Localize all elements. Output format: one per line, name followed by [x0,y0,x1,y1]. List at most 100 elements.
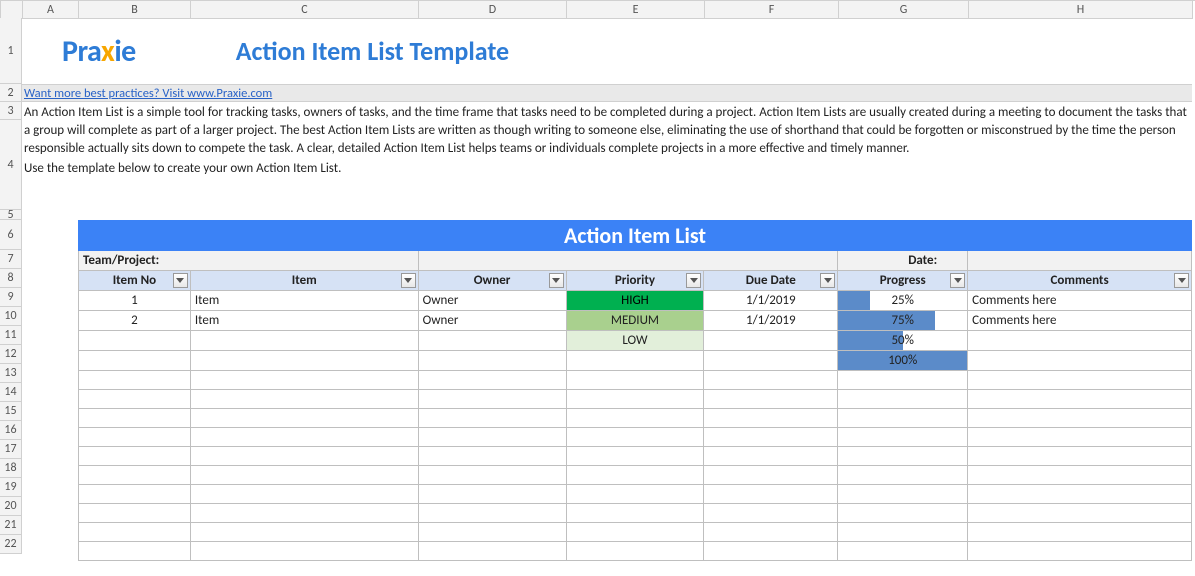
header-comments[interactable]: Comments [968,271,1192,291]
cell-priority[interactable]: LOW [566,331,704,351]
cell-progress[interactable]: 25% [838,291,968,311]
cell-due-date[interactable] [704,331,838,351]
row-header[interactable]: 17 [0,440,22,459]
cell-due-date[interactable]: 1/1/2019 [704,291,838,311]
col-header[interactable]: C [191,1,419,19]
row-header[interactable]: 11 [0,326,22,345]
row-header[interactable]: 20 [0,497,22,516]
row-header[interactable]: 1 [0,18,22,84]
best-practices-link[interactable]: Want more best practices? Visit www.Prax… [22,86,272,101]
cell-item-no[interactable] [79,331,191,351]
col-header[interactable]: B [79,1,191,19]
cell-owner[interactable]: Owner [418,311,566,331]
team-project-label[interactable]: Team/Project: [79,251,419,271]
cell-due-date[interactable]: 1/1/2019 [704,311,838,331]
filter-dropdown-icon[interactable] [820,273,835,288]
description-instruction: Use the template below to create your ow… [24,160,1188,178]
team-project-value[interactable] [418,251,838,271]
row-header[interactable]: 16 [0,421,22,440]
cell-progress[interactable]: 100% [838,351,968,371]
row-header[interactable]: 3 [0,102,22,120]
action-item-table[interactable]: Action Item List Team/Project: Date: Ite… [78,220,1192,561]
filter-dropdown-icon[interactable] [173,273,188,288]
table-row[interactable] [79,390,1192,409]
cell-due-date[interactable] [704,351,838,371]
row-header[interactable]: 4 [0,120,22,210]
cell-owner[interactable] [418,351,566,371]
col-header[interactable]: F [705,1,839,19]
filter-dropdown-icon[interactable] [549,273,564,288]
cell-item[interactable]: Item [190,311,418,331]
cell-owner[interactable] [418,331,566,351]
row-header[interactable]: 18 [0,459,22,478]
row-header[interactable]: 9 [0,288,22,307]
table-row[interactable] [79,409,1192,428]
cell-priority[interactable] [566,351,704,371]
col-header[interactable]: A [23,1,79,19]
header-item-no[interactable]: Item No [79,271,191,291]
cell-comments[interactable]: Comments here [968,291,1192,311]
row-header[interactable]: 15 [0,402,22,421]
row-header[interactable]: 2 [0,84,22,102]
cell-comments[interactable] [968,351,1192,371]
col-header[interactable]: G [839,1,969,19]
description-text: An Action Item List is a simple tool for… [24,104,1188,158]
cell-comments[interactable] [968,331,1192,351]
filter-dropdown-icon[interactable] [686,273,701,288]
table-row[interactable] [79,466,1192,485]
row-header[interactable]: 14 [0,383,22,402]
row-header[interactable]: 19 [0,478,22,497]
table-row[interactable] [79,485,1192,504]
date-value[interactable] [968,251,1192,271]
filter-dropdown-icon[interactable] [1174,273,1189,288]
header-row: Praxie Action Item List Template [22,18,1192,84]
col-header[interactable]: H [969,1,1193,19]
filter-dropdown-icon[interactable] [401,273,416,288]
cell-item-no[interactable] [79,351,191,371]
cell-item[interactable] [190,351,418,371]
cell-comments[interactable]: Comments here [968,311,1192,331]
table-row[interactable] [79,504,1192,523]
select-all-cell[interactable] [1,1,23,19]
table-row[interactable] [79,428,1192,447]
cell-item-no[interactable]: 1 [79,291,191,311]
cell-priority[interactable]: HIGH [566,291,704,311]
table-row[interactable]: 1 Item Owner HIGH 1/1/2019 25% Comments … [79,291,1192,311]
table-row[interactable]: 2 Item Owner MEDIUM 1/1/2019 75% Comment… [79,311,1192,331]
cell-progress[interactable]: 50% [838,331,968,351]
row-header[interactable]: 5 [0,210,22,220]
row-header[interactable]: 10 [0,307,22,326]
header-item[interactable]: Item [190,271,418,291]
header-owner[interactable]: Owner [418,271,566,291]
col-header[interactable]: E [567,1,705,19]
date-label[interactable]: Date: [838,251,968,271]
header-progress[interactable]: Progress [838,271,968,291]
description: An Action Item List is a simple tool for… [22,102,1192,210]
cell-item[interactable] [190,331,418,351]
header-due-date[interactable]: Due Date [704,271,838,291]
filter-dropdown-icon[interactable] [950,273,965,288]
row-header[interactable]: 8 [0,269,22,288]
header-priority[interactable]: Priority [566,271,704,291]
cell-priority[interactable]: MEDIUM [566,311,704,331]
spreadsheet-grid: A B C D E F G H [0,0,1195,19]
cell-progress[interactable]: 75% [838,311,968,331]
table-row[interactable] [79,523,1192,542]
row-header[interactable]: 6 [0,220,22,250]
row-header[interactable]: 21 [0,516,22,535]
cell-item-no[interactable]: 2 [79,311,191,331]
cell-owner[interactable]: Owner [418,291,566,311]
table-row[interactable]: 100% [79,351,1192,371]
row-header[interactable]: 22 [0,535,22,554]
table-row[interactable] [79,371,1192,390]
row-header[interactable]: 12 [0,345,22,364]
table-row[interactable] [79,447,1192,466]
row-header[interactable]: 13 [0,364,22,383]
col-header[interactable]: D [419,1,567,19]
table-row[interactable] [79,542,1192,561]
table-row[interactable]: LOW 50% [79,331,1192,351]
row-header[interactable]: 7 [0,250,22,269]
cell-item[interactable]: Item [190,291,418,311]
page-title: Action Item List Template [236,35,509,67]
link-row: Want more best practices? Visit www.Prax… [22,84,1192,102]
